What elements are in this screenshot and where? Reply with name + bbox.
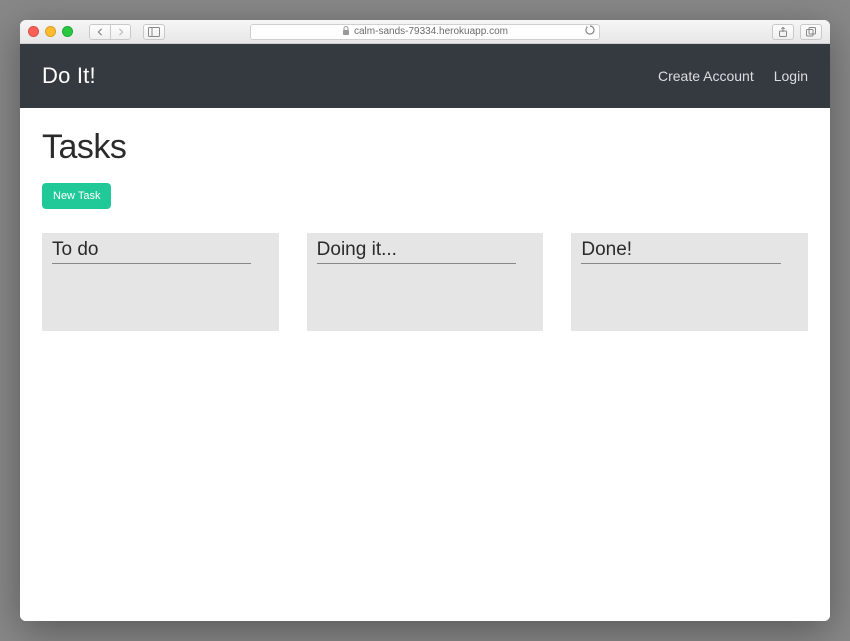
column-todo: To do (42, 233, 279, 331)
close-window-button[interactable] (28, 26, 39, 37)
back-button[interactable] (90, 25, 110, 39)
page-title: Tasks (42, 128, 808, 167)
forward-button[interactable] (110, 25, 130, 39)
column-title: Doing it... (317, 239, 516, 264)
chrome-right-buttons (772, 24, 822, 40)
login-link[interactable]: Login (774, 68, 808, 84)
create-account-link[interactable]: Create Account (658, 68, 754, 84)
navbar: Do It! Create Account Login (20, 44, 830, 108)
kanban-columns: To do Doing it... Done! (42, 233, 808, 331)
minimize-window-button[interactable] (45, 26, 56, 37)
column-title: To do (52, 239, 251, 264)
viewport: Do It! Create Account Login Tasks New Ta… (20, 44, 830, 621)
browser-chrome: calm-sands-79334.herokuapp.com (20, 20, 830, 44)
new-task-button[interactable]: New Task (42, 183, 111, 209)
tabs-button[interactable] (800, 24, 822, 40)
nav-arrow-group (89, 24, 131, 40)
browser-window: calm-sands-79334.herokuapp.com + Do It! … (20, 20, 830, 621)
brand[interactable]: Do It! (42, 63, 96, 89)
zoom-window-button[interactable] (62, 26, 73, 37)
column-title: Done! (581, 239, 780, 264)
main-content: Tasks New Task To do Doing it... Done! (20, 108, 830, 351)
navbar-links: Create Account Login (658, 68, 808, 84)
column-doing: Doing it... (307, 233, 544, 331)
sidebar-toggle-button[interactable] (143, 24, 165, 40)
share-button[interactable] (772, 24, 794, 40)
lock-icon (342, 26, 350, 37)
address-bar[interactable]: calm-sands-79334.herokuapp.com (250, 24, 600, 40)
address-bar-text: calm-sands-79334.herokuapp.com (354, 26, 508, 37)
column-done: Done! (571, 233, 808, 331)
reload-button[interactable] (585, 25, 595, 38)
